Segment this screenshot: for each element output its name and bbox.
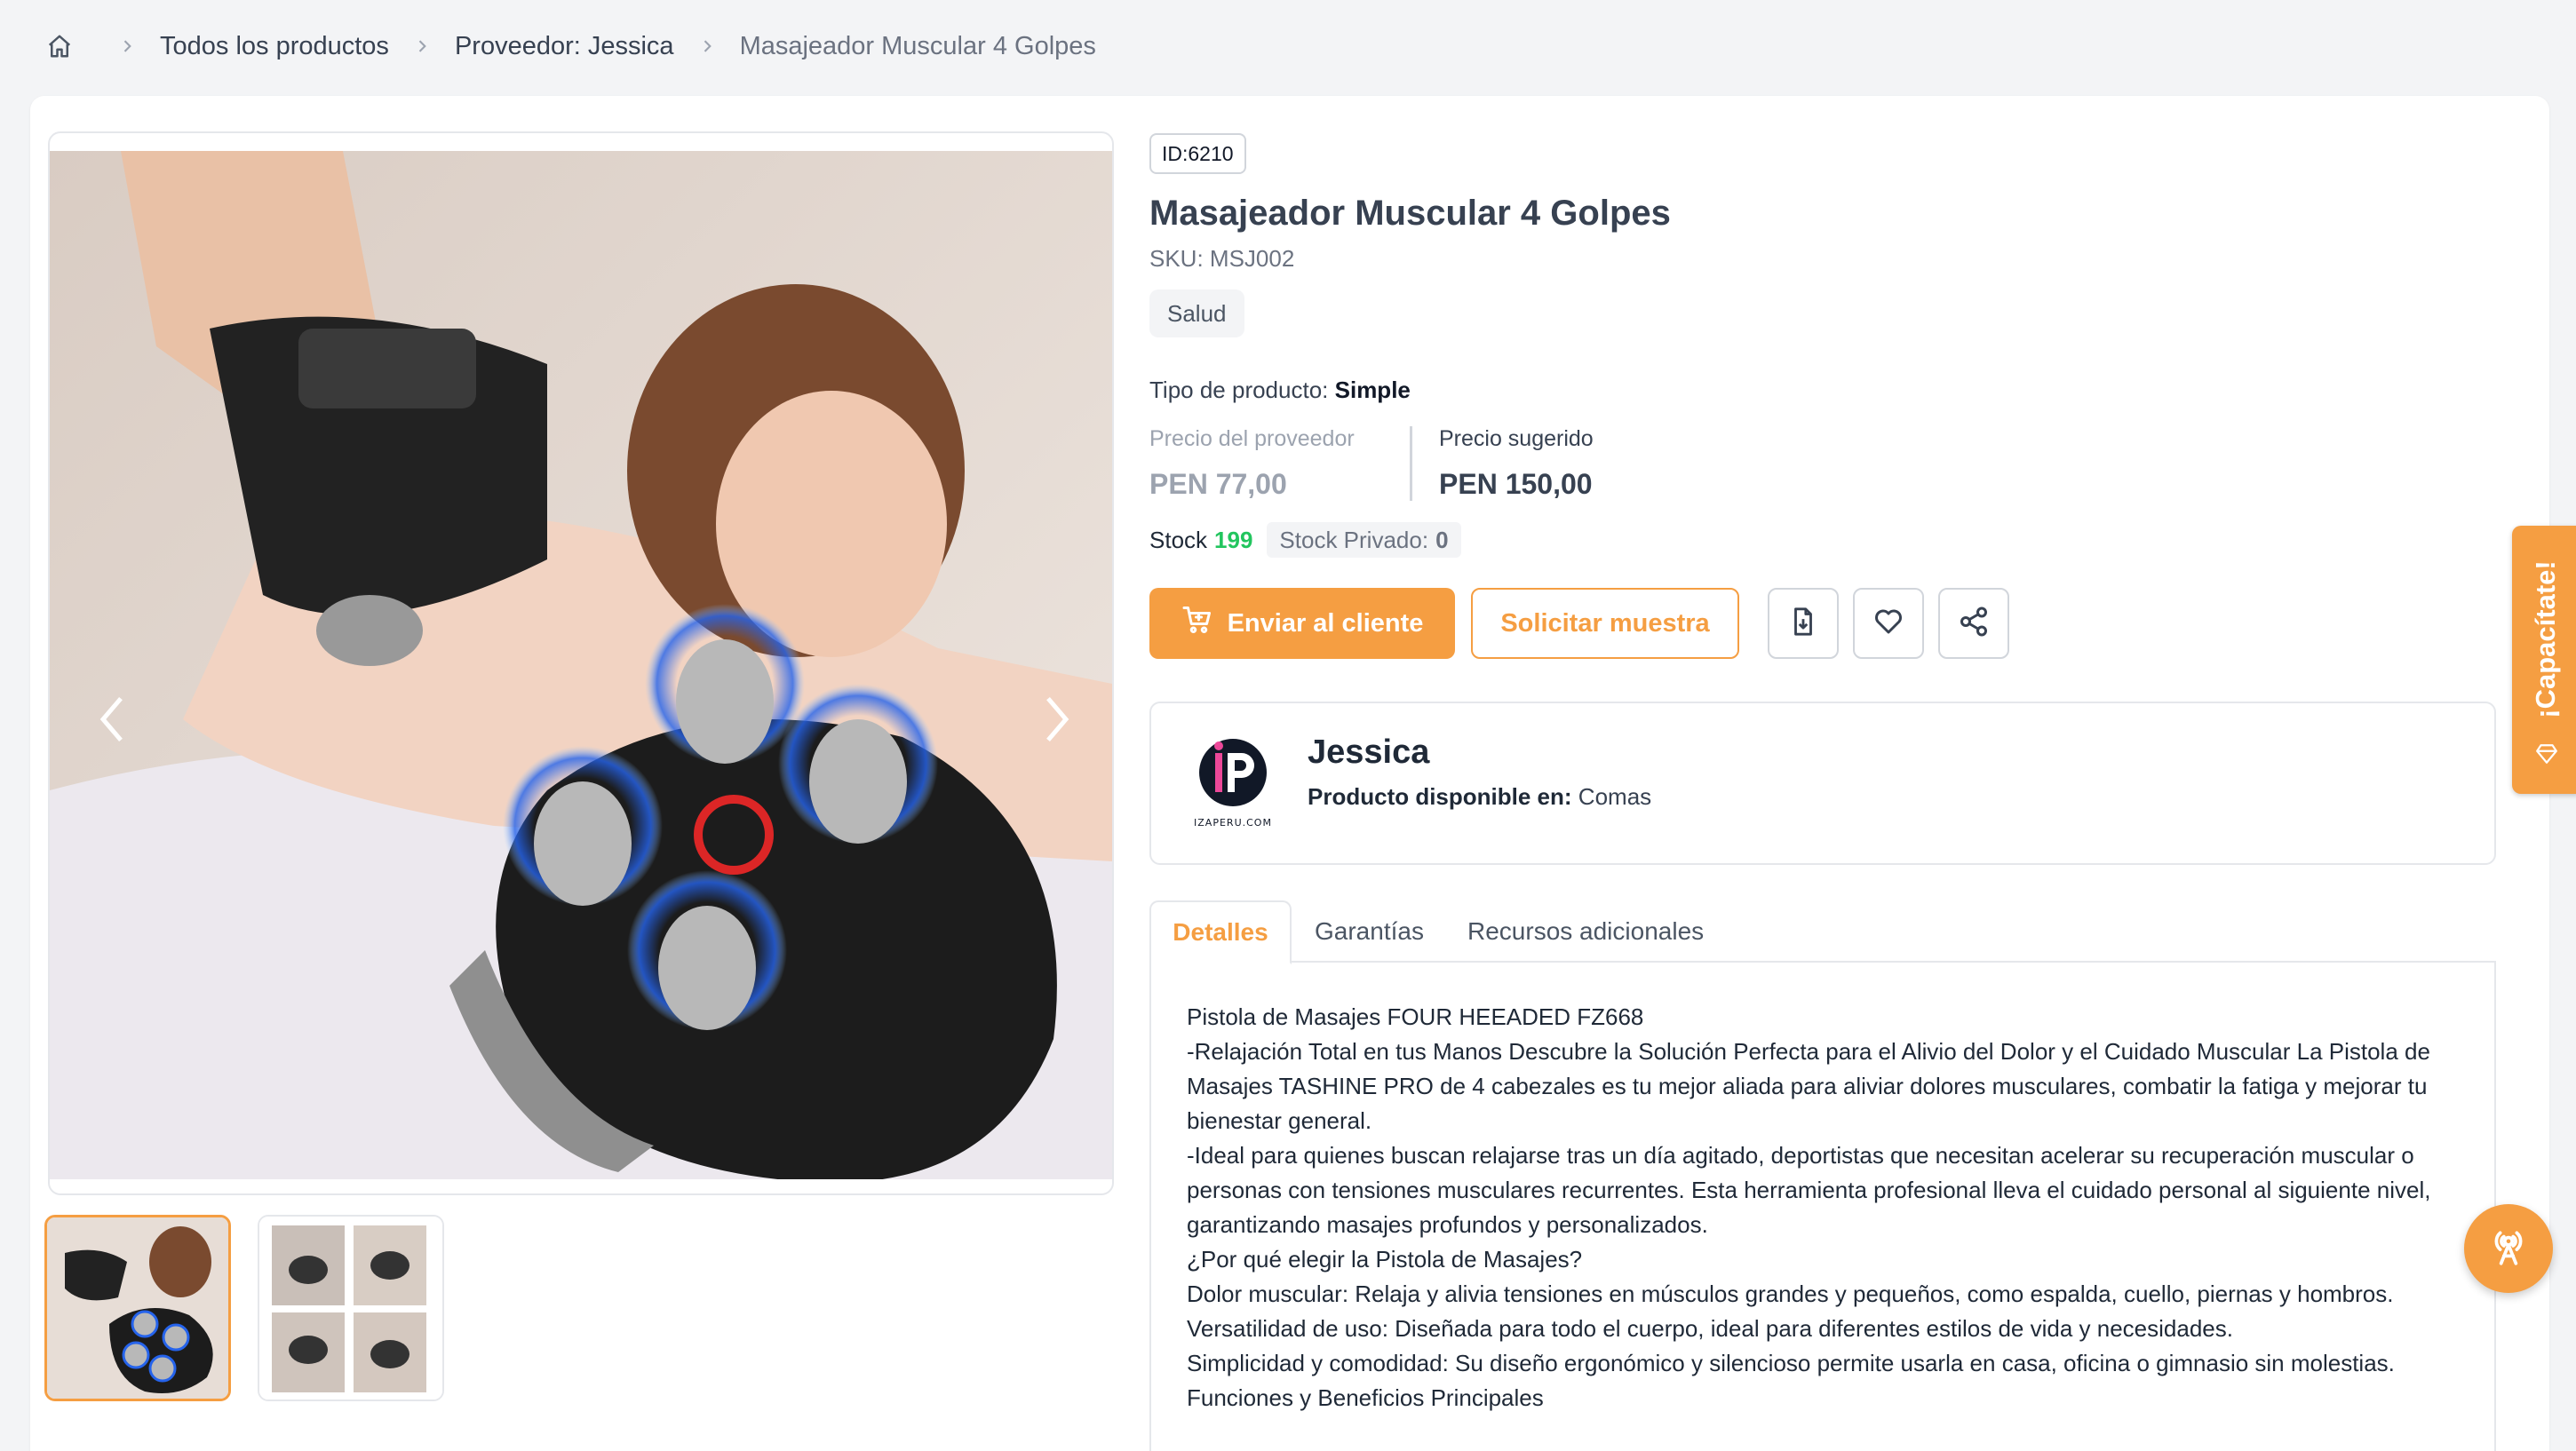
download-button[interactable] [1768,588,1839,659]
supplier-logo: IZAPERU.COM [1189,733,1277,831]
chevron-right-icon [407,31,437,61]
private-stock-badge: Stock Privado: 0 [1267,522,1461,558]
details-paragraph: Pistola de Masajes FOUR HEEADED FZ668 [1187,1003,1644,1030]
product-photo [50,151,1112,1179]
cart-icon [1181,604,1213,643]
product-id-badge: ID:6210 [1149,133,1246,174]
gem-icon [2535,742,2558,770]
provider-price: Precio del proveedor PEN 77,00 [1149,426,1412,501]
chevron-right-icon [112,31,142,61]
details-paragraph: Simplicidad y comodidad: Su diseño ergon… [1187,1350,2395,1376]
prev-image-button[interactable] [85,684,139,755]
stock-info: Stock 199 Stock Privado: 0 [1149,522,1461,558]
favorite-button[interactable] [1853,588,1924,659]
thumbnail-photo [259,1217,442,1399]
supplier-availability: Producto disponible en: Comas [1308,783,1651,811]
details-paragraph: Dolor muscular: Relaja y alivia tensione… [1187,1281,2394,1342]
breadcrumb: Todos los productos Proveedor: Jessica M… [44,28,1096,64]
next-image-button[interactable] [1030,684,1084,755]
heart-icon [1872,606,1904,642]
details-paragraph: Funciones y Beneficios Principales [1187,1384,1544,1411]
home-icon[interactable] [44,31,75,61]
product-title: Masajeador Muscular 4 Golpes [1149,194,1671,233]
breadcrumb-all-products[interactable]: Todos los productos [160,32,389,61]
product-sku: SKU: MSJ002 [1149,245,1295,272]
capacitate-label: ¡Capacítate! [2530,560,2561,718]
availability-value: Comas [1578,783,1652,810]
category-badge: Salud [1149,289,1244,337]
product-tabs: Detalles Garantías Recursos adicionales [1149,900,2496,964]
availability-label: Producto disponible en: [1308,783,1572,810]
price-block: Precio del proveedor PEN 77,00 Precio su… [1149,426,1594,501]
stock-label: Stock [1149,526,1208,553]
details-paragraph: -Relajación Total en tus Manos Descubre … [1187,1038,2430,1134]
download-file-icon [1788,607,1818,641]
details-panel: Pistola de Masajes FOUR HEEADED FZ668 -R… [1149,963,2496,1451]
suggested-price-label: Precio sugerido [1439,426,1594,451]
tab-recursos-adicionales[interactable]: Recursos adicionales [1467,900,1704,963]
send-to-client-button[interactable]: Enviar al cliente [1149,588,1455,659]
send-to-client-label: Enviar al cliente [1227,608,1424,638]
breadcrumb-current: Masajeador Muscular 4 Golpes [739,31,1096,60]
details-paragraph: -Ideal para quienes buscan relajarse tra… [1187,1142,2431,1238]
provider-price-label: Precio del proveedor [1149,426,1355,451]
product-type-value: Simple [1334,377,1411,403]
private-stock-value: 0 [1435,526,1449,553]
share-button[interactable] [1938,588,2009,659]
capacitate-side-tab[interactable]: ¡Capacítate! [2512,526,2576,794]
share-icon [1958,606,1990,642]
suggested-price-value: PEN 150,00 [1439,468,1593,500]
thumbnail-photo [47,1217,228,1399]
supplier-name[interactable]: Jessica [1308,733,1429,772]
private-stock-label: Stock Privado: [1279,526,1429,553]
supplier-card: IZAPERU.COM Jessica Producto disponible … [1149,702,2496,865]
product-type-label: Tipo de producto: [1149,377,1329,403]
suggested-price: Precio sugerido PEN 150,00 [1412,426,1594,501]
stock-value: 199 [1214,526,1253,553]
thumbnail-1[interactable] [44,1215,231,1401]
main-product-image[interactable] [48,131,1114,1195]
broadcast-icon [2486,1225,2531,1273]
provider-price-value: PEN 77,00 [1149,468,1287,500]
details-paragraph: ¿Por qué elegir la Pistola de Masajes? [1187,1246,1583,1273]
request-sample-button[interactable]: Solicitar muestra [1471,588,1739,659]
supplier-logo-text: IZAPERU.COM [1194,817,1272,829]
breadcrumb-supplier[interactable]: Proveedor: Jessica [455,32,674,61]
product-type: Tipo de producto: Simple [1149,377,1411,404]
broadcast-fab-button[interactable] [2464,1204,2553,1293]
tab-detalles[interactable]: Detalles [1149,900,1292,964]
thumbnail-2[interactable] [258,1215,444,1401]
chevron-right-icon [692,31,722,61]
tab-garantias[interactable]: Garantías [1315,900,1424,963]
